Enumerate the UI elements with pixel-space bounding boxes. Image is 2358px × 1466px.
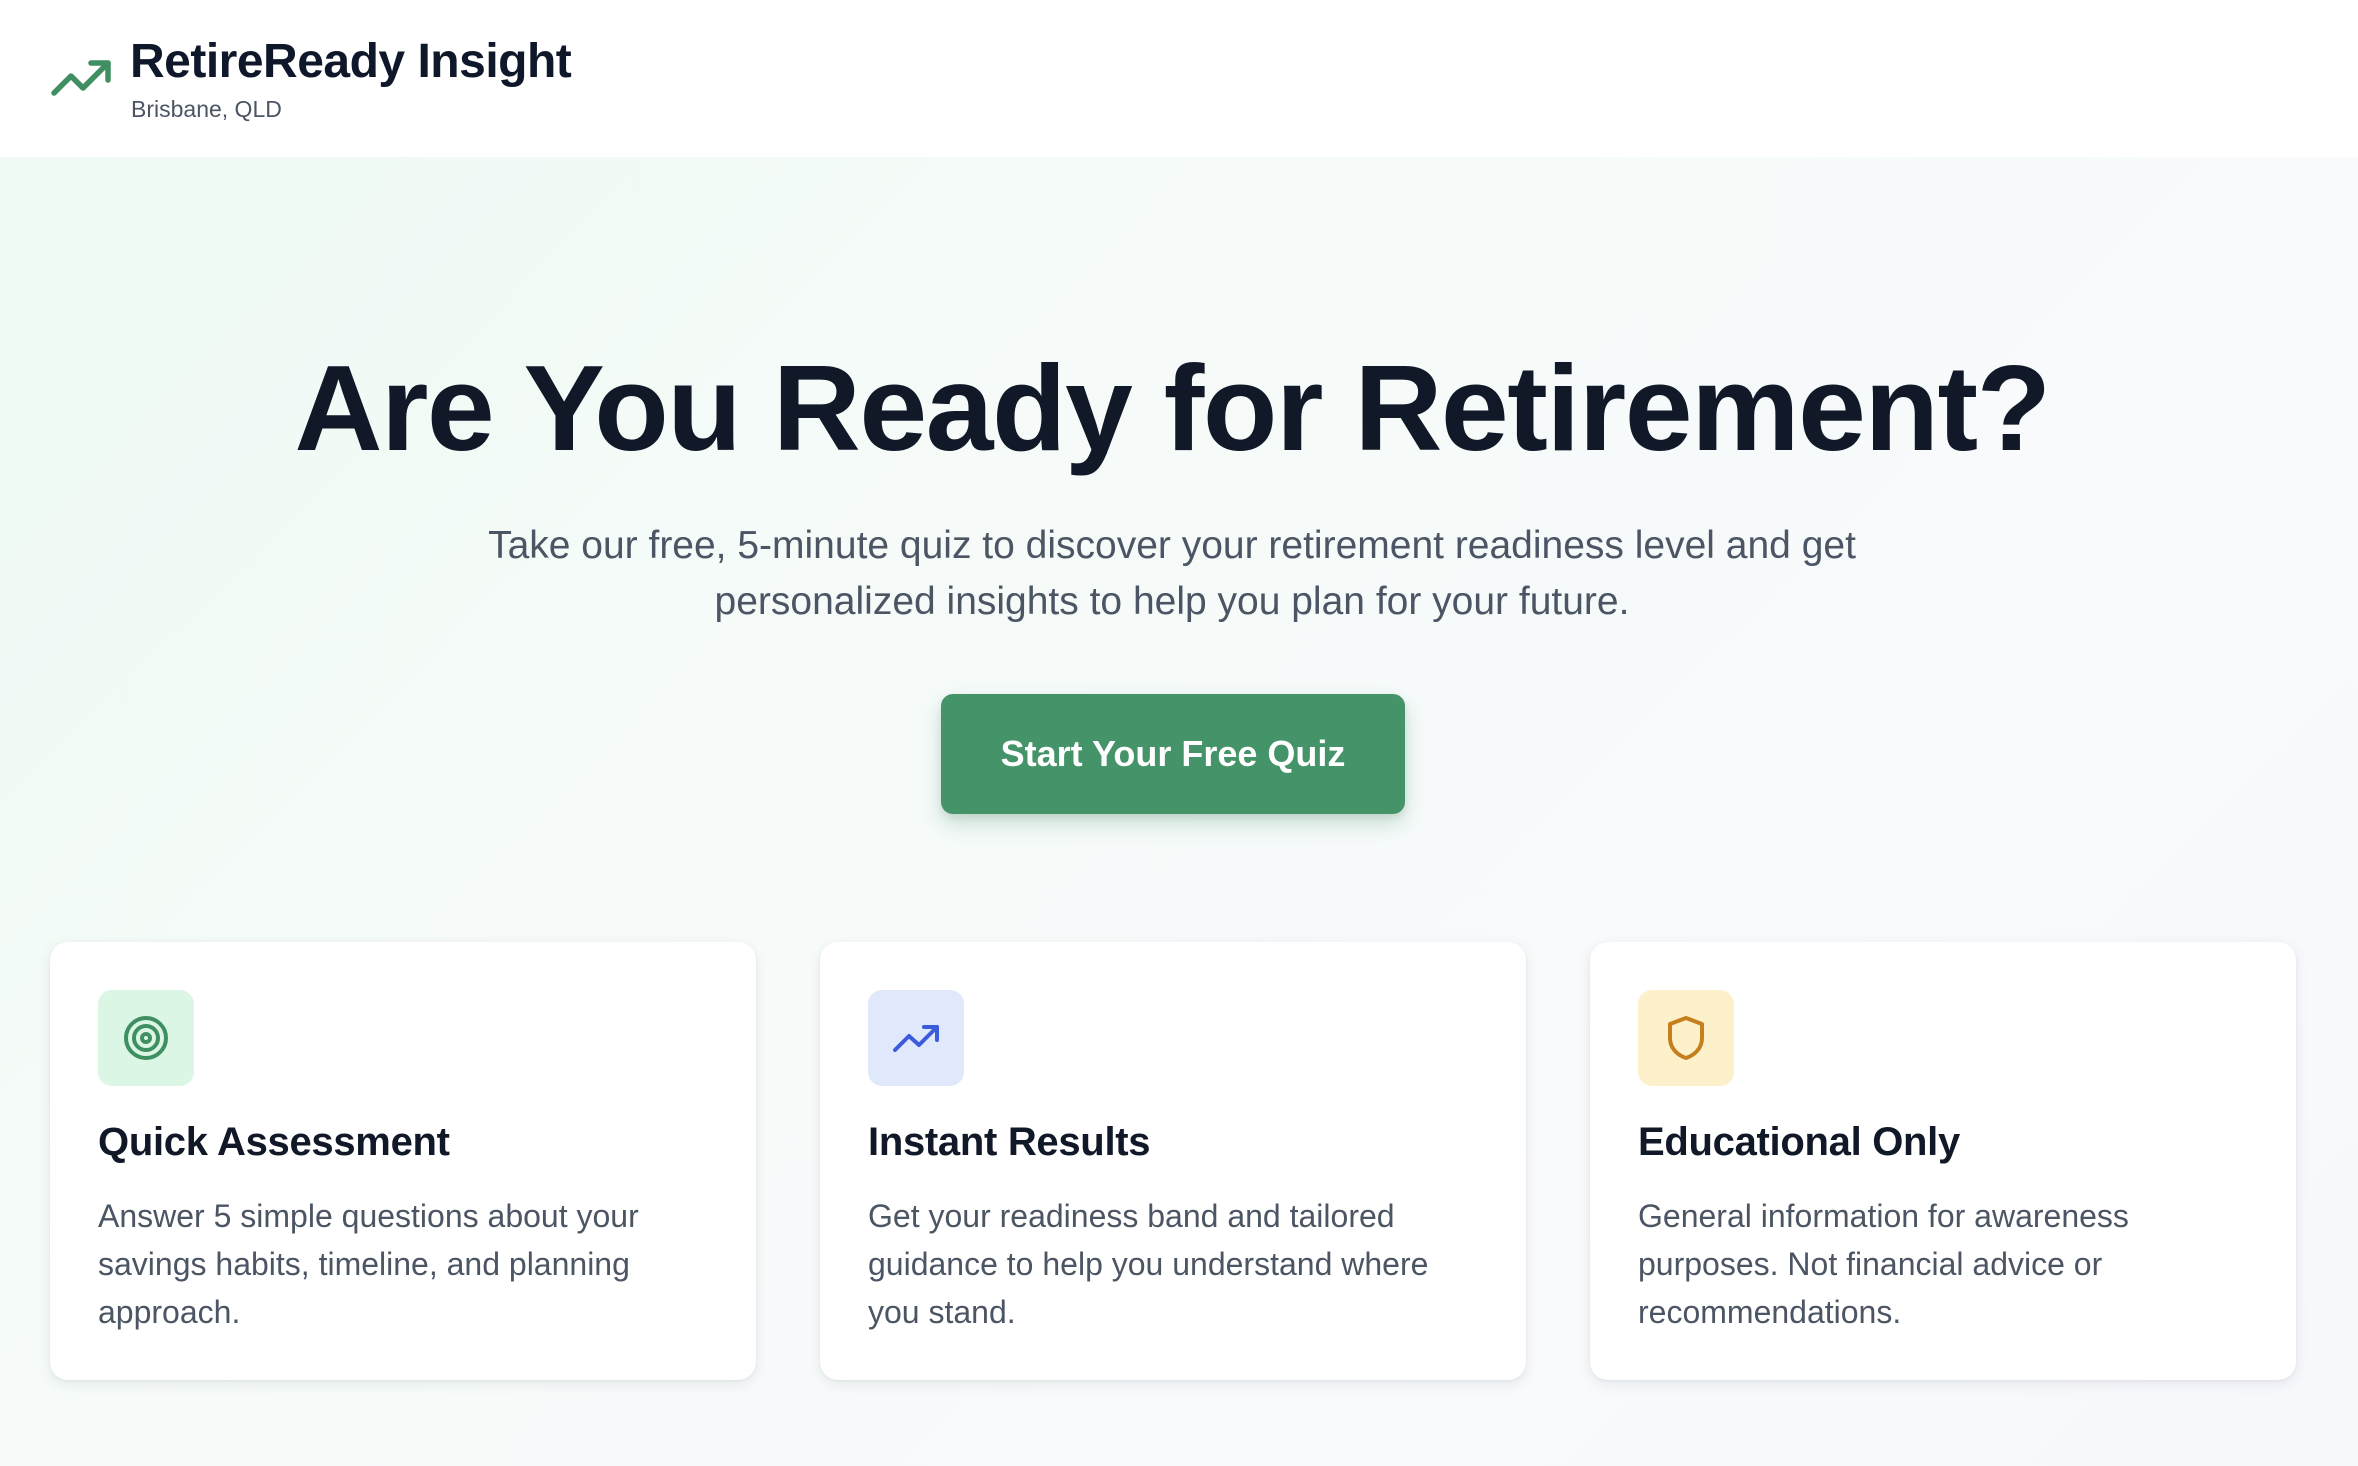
feature-title: Quick Assessment [98,1120,450,1164]
start-quiz-button[interactable]: Start Your Free Quiz [941,694,1405,814]
target-icon [124,1016,168,1060]
feature-description: Answer 5 simple questions about your sav… [98,1198,639,1330]
trending-up-icon [51,58,113,98]
page-title: Are You Ready for Retirement? [294,340,2051,476]
brand-name[interactable]: RetireReady Insight [130,34,572,89]
trending-up-icon [893,1025,939,1052]
brand-location: Brisbane, QLD [131,96,282,122]
feature-title: Educational Only [1638,1120,1960,1164]
feature-title: Instant Results [868,1120,1151,1164]
feature-icon-box [868,990,964,1086]
feature-card-quick-assessment: Quick Assessment Answer 5 simple questio… [50,942,756,1380]
feature-description: General information for awareness purpos… [1638,1198,2129,1330]
feature-icon-box [1638,990,1734,1086]
feature-card-instant-results: Instant Results Get your readiness band … [820,942,1526,1380]
feature-card-educational-only: Educational Only General information for… [1590,942,2296,1380]
feature-description: Get your readiness band and tailored gui… [868,1198,1429,1330]
site-header: RetireReady Insight Brisbane, QLD [0,0,2358,157]
shield-icon [1668,1016,1704,1060]
hero-subtitle: Take our free, 5-minute quiz to discover… [488,524,1856,623]
feature-icon-box [98,990,194,1086]
